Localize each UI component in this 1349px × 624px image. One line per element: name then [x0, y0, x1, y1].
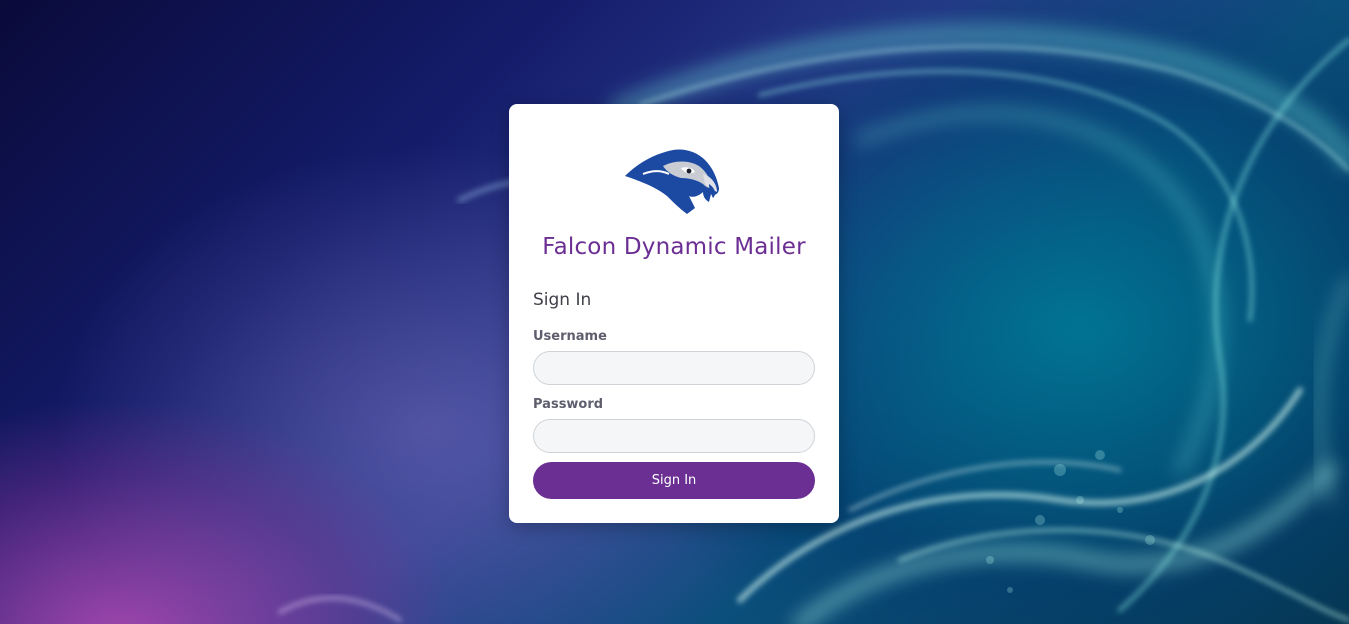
falcon-head-icon [623, 144, 723, 214]
signin-heading: Sign In [533, 290, 592, 310]
password-label: Password [533, 397, 604, 412]
password-input[interactable] [533, 419, 815, 453]
app-title: Falcon Dynamic Mailer [542, 234, 806, 260]
username-input[interactable] [533, 351, 815, 385]
username-label: Username [533, 329, 607, 344]
login-card: Falcon Dynamic Mailer Sign In Username P… [509, 104, 839, 523]
signin-button[interactable]: Sign In [533, 462, 815, 499]
